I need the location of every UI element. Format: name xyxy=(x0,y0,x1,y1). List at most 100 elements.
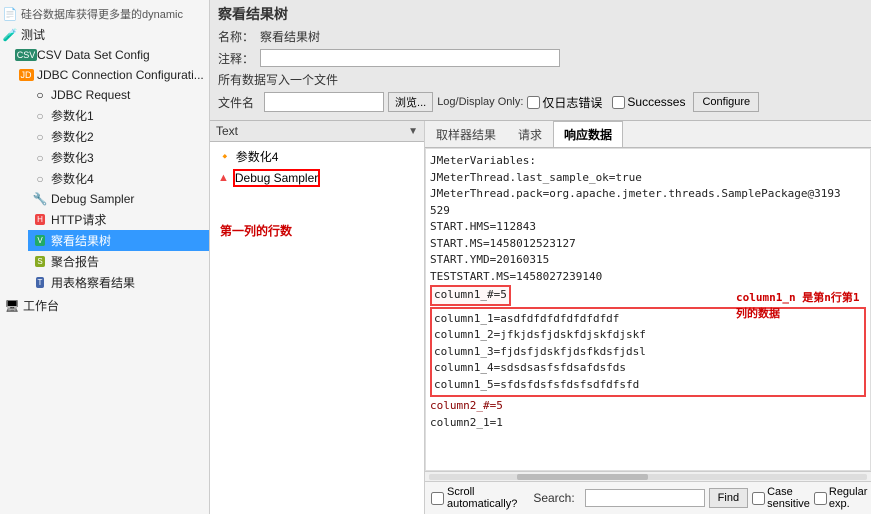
sidebar-item-jdbc-req[interactable]: ○ JDBC Request xyxy=(28,85,209,105)
sidebar-item-summary[interactable]: S 聚合报告 xyxy=(28,251,209,272)
sidebar-item-http[interactable]: H HTTP请求 xyxy=(28,209,209,230)
tab-request[interactable]: 请求 xyxy=(507,121,553,147)
panel-title: 察看结果树 xyxy=(218,4,863,24)
file-note: 所有数据写入一个文件 xyxy=(218,71,863,88)
view-icon: V xyxy=(32,233,48,249)
successes-check[interactable]: Successes xyxy=(612,95,685,109)
name-label: 名称： xyxy=(218,28,254,45)
col1-hash-highlight: column1_#=5 xyxy=(430,285,511,306)
case-sensitive-checkbox[interactable] xyxy=(752,492,765,505)
sidebar-label-view: 察看结果树 xyxy=(51,232,111,249)
sidebar-item-view[interactable]: V 察看结果树 xyxy=(28,230,209,251)
param4-node-icon: 🔸 xyxy=(218,150,232,163)
log-errors-check[interactable]: 仅日志错误 xyxy=(527,94,602,111)
dropdown-arrow-icon: ▼ xyxy=(408,126,418,137)
log-errors-checkbox[interactable] xyxy=(527,96,540,109)
scroll-auto-label: Scroll automatically? xyxy=(447,486,517,510)
regex-checkbox[interactable] xyxy=(814,492,827,505)
scroll-auto-checkbox[interactable] xyxy=(431,492,444,505)
req-icon: ○ xyxy=(32,87,48,103)
param3-icon: ○ xyxy=(32,150,48,166)
sidebar-item-param4[interactable]: ○ 参数化4 xyxy=(28,168,209,189)
left-panel: Text ▼ 🔸 参数化4 ▲ Debug Sampler 第一列的行数 xyxy=(210,121,425,514)
configure-button[interactable]: Configure xyxy=(693,92,759,112)
sidebar-label-test: 测试 xyxy=(21,26,45,43)
scroll-auto-check[interactable]: Scroll automatically? xyxy=(431,486,517,510)
sidebar-label-http: HTTP请求 xyxy=(51,211,106,228)
param-icon: ○ xyxy=(32,108,48,124)
tabs: 取样器结果 请求 响应数据 xyxy=(425,121,871,148)
response-line: 529 xyxy=(430,203,866,220)
right-panel: 取样器结果 请求 响应数据 JMeterVariables: JMeterThr… xyxy=(425,121,871,514)
response-line-col1-2: column1_2=jfkjdsfjdskfdjskfdjskf xyxy=(434,327,862,344)
tab-sampler[interactable]: 取样器结果 xyxy=(425,121,507,147)
debug-icon: 🔧 xyxy=(32,191,48,207)
bottom-bar: Scroll automatically? Search: Find Case … xyxy=(425,481,871,514)
workbench-icon: 🖥 xyxy=(4,298,20,314)
param4-node-label: 参数化4 xyxy=(236,148,279,165)
log-errors-label: 仅日志错误 xyxy=(542,94,602,111)
sidebar-label-jdbc: JDBC Connection Configurati... xyxy=(37,68,204,82)
sidebar-label-param3: 参数化3 xyxy=(51,149,94,166)
sidebar-item-workbench[interactable]: 🖥 工作台 xyxy=(0,295,209,316)
sidebar-label-param1: 参数化1 xyxy=(51,107,94,124)
summary-icon: S xyxy=(32,254,48,270)
browse-button[interactable]: 浏览... xyxy=(388,92,433,112)
sidebar-item-dynamic[interactable]: 📄 硅谷数据库获得更多量的dynamic xyxy=(0,4,209,24)
sidebar: 📄 硅谷数据库获得更多量的dynamic 🧪 测试 CSV CSV Data S… xyxy=(0,0,210,514)
sidebar-label-jdbc-req: JDBC Request xyxy=(51,88,130,102)
node-list: 🔸 参数化4 ▲ Debug Sampler 第一列的行数 xyxy=(210,142,424,514)
name-row: 名称： 察看结果树 xyxy=(218,28,863,45)
sidebar-label-csv: CSV Data Set Config xyxy=(37,48,150,62)
jdbc-icon: JD xyxy=(18,67,34,83)
response-line: JMeterVariables: xyxy=(430,153,866,170)
sidebar-item-param2[interactable]: ○ 参数化2 xyxy=(28,126,209,147)
sidebar-item-jdbc[interactable]: JD JDBC Connection Configurati... xyxy=(14,65,209,85)
response-line: TESTSTART.MS=1458027239140 xyxy=(430,269,866,286)
param4-node[interactable]: 🔸 参数化4 xyxy=(214,146,420,167)
debug-node[interactable]: ▲ Debug Sampler xyxy=(214,167,420,189)
find-button[interactable]: Find xyxy=(709,488,748,508)
successes-checkbox[interactable] xyxy=(612,96,625,109)
regex-check[interactable]: Regular exp. xyxy=(814,486,868,510)
case-sensitive-label: Case sensitive xyxy=(767,486,810,510)
csv-icon: CSV xyxy=(18,47,34,63)
response-line-col2-hash: column2_#=5 xyxy=(430,398,866,415)
sidebar-label-param4: 参数化4 xyxy=(51,170,94,187)
comment-input[interactable] xyxy=(260,49,560,67)
response-line-col1-3: column1_3=fjdsfjdskfjdsfkdsfjdsl xyxy=(434,344,862,361)
log-label: Log/Display Only: xyxy=(437,96,523,108)
file-row: 文件名 浏览... Log/Display Only: 仅日志错误 Succes… xyxy=(218,92,863,112)
sidebar-item-debug[interactable]: 🔧 Debug Sampler xyxy=(28,189,209,209)
search-input[interactable] xyxy=(585,489,705,507)
annotation-col-n: column1_n 是第n行第1列的数据 xyxy=(736,289,866,321)
case-sensitive-check[interactable]: Case sensitive xyxy=(752,486,810,510)
main-panel: 察看结果树 名称： 察看结果树 注释： 所有数据写入一个文件 文件名 浏览...… xyxy=(210,0,871,514)
response-content[interactable]: JMeterVariables: JMeterThread.last_sampl… xyxy=(425,148,871,471)
response-line: START.MS=1458012523127 xyxy=(430,236,866,253)
sidebar-item-csv[interactable]: CSV CSV Data Set Config xyxy=(14,45,209,65)
http-icon: H xyxy=(32,212,48,228)
comment-label: 注释： xyxy=(218,50,254,67)
debug-node-label: Debug Sampler xyxy=(233,169,320,187)
file-icon: 📄 xyxy=(2,6,18,22)
debug-node-icon: ▲ xyxy=(218,172,229,184)
sidebar-label-dynamic: 硅谷数据库获得更多量的dynamic xyxy=(21,6,183,22)
response-line-col1-5: column1_5=sfdsfdsfsfdsfsdfdfsfd xyxy=(434,377,862,394)
search-area: Search: Find Case sensitive Regular exp. xyxy=(533,486,867,510)
sidebar-label-table: 用表格察看结果 xyxy=(51,274,135,291)
tab-response[interactable]: 响应数据 xyxy=(553,121,623,147)
sidebar-item-table[interactable]: T 用表格察看结果 xyxy=(28,272,209,293)
horizontal-scrollbar[interactable] xyxy=(425,471,871,481)
annotation-first-col: 第一列的行数 xyxy=(220,222,292,239)
sidebar-item-test[interactable]: 🧪 测试 xyxy=(0,24,209,45)
sidebar-item-param3[interactable]: ○ 参数化3 xyxy=(28,147,209,168)
test-icon: 🧪 xyxy=(2,27,18,43)
text-dropdown[interactable]: Text ▼ xyxy=(210,121,424,142)
comment-row: 注释： xyxy=(218,49,863,67)
successes-label: Successes xyxy=(627,95,685,109)
file-input[interactable] xyxy=(264,92,384,112)
sidebar-item-param1[interactable]: ○ 参数化1 xyxy=(28,105,209,126)
response-line-col2-1: column2_1=1 xyxy=(430,415,866,432)
table-icon: T xyxy=(32,275,48,291)
